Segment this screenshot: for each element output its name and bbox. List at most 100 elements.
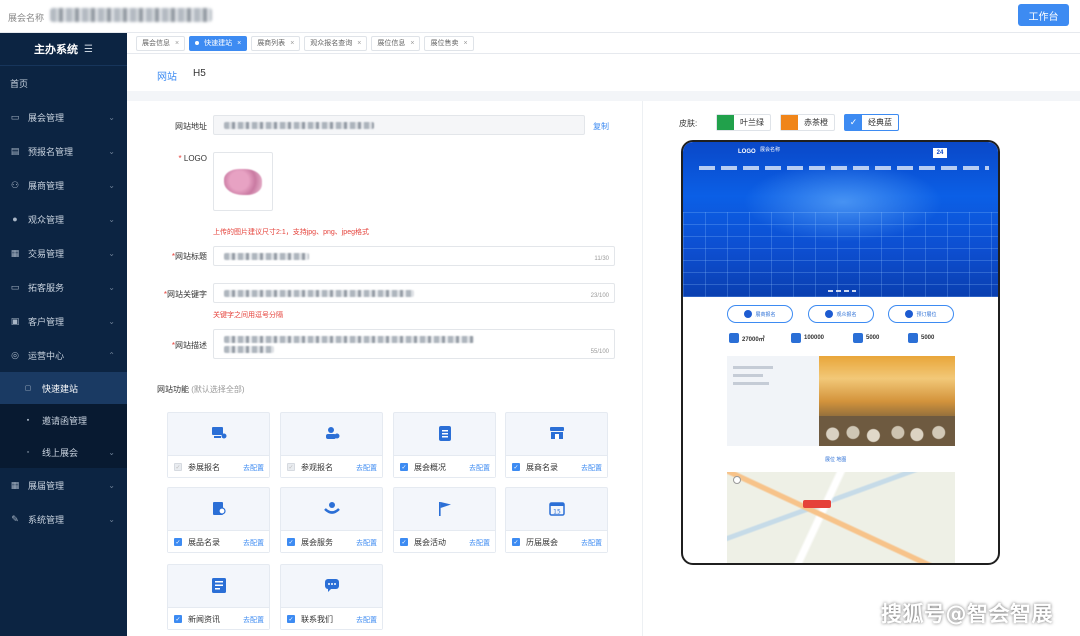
feature-card[interactable]: ✓ 参观报名 去配置 xyxy=(280,412,383,478)
stat-value: 5000 xyxy=(921,335,935,341)
sidebar-item-exhibitors[interactable]: ⚇ 展商管理 ⌄ xyxy=(0,168,127,202)
feature-checkbox[interactable]: ✓ xyxy=(174,463,182,471)
sidebar-item-preregistration[interactable]: ▤ 预报名管理 ⌄ xyxy=(0,134,127,168)
site-address-field[interactable] xyxy=(213,115,585,135)
feature-card[interactable]: ✓ 新闻资讯 去配置 xyxy=(167,564,270,630)
site-title-input[interactable]: 11/30 xyxy=(213,246,615,266)
chevron-down-icon: ⌄ xyxy=(108,447,115,457)
close-icon[interactable]: × xyxy=(357,40,361,47)
sidebar-item-label: 系统管理 xyxy=(28,514,65,525)
feature-checkbox[interactable]: ✓ xyxy=(174,538,182,546)
skin-option-blue[interactable]: ✓ 经典蓝 xyxy=(844,114,899,131)
description-textarea[interactable]: 55/100 xyxy=(213,329,615,359)
close-icon[interactable]: × xyxy=(237,40,241,47)
feature-card[interactable]: 15 ✓ 历届展会 去配置 xyxy=(505,487,608,553)
feature-card[interactable]: ✓ 展品名录 去配置 xyxy=(167,487,270,553)
workbench-button[interactable]: 工作台 xyxy=(1018,4,1069,26)
tab-exhibition-info[interactable]: 展会信息 × xyxy=(136,35,186,51)
blurred-description-line2 xyxy=(224,346,274,353)
tab-label: 展位售卖 xyxy=(430,40,459,47)
feature-checkbox[interactable]: ✓ xyxy=(512,463,520,471)
chevron-up-icon: ⌃ xyxy=(108,350,115,360)
blurred-description-line1 xyxy=(224,336,474,343)
tab-label: 展会信息 xyxy=(142,40,170,47)
copy-link[interactable]: 复制 xyxy=(593,121,609,132)
sidebar-item-exhibition[interactable]: ▭ 展会管理 ⌄ xyxy=(0,100,127,134)
feature-card[interactable]: ✓ 联系我们 去配置 xyxy=(280,564,383,630)
tab-booth-info[interactable]: 展位信息 × xyxy=(371,35,421,51)
site-icon: ▢ xyxy=(24,385,32,392)
preview-button-label: 展商报名 xyxy=(755,311,776,318)
skin-option-green[interactable]: 叶兰绿 xyxy=(716,114,771,131)
feature-checkbox[interactable]: ✓ xyxy=(512,538,520,546)
skin-label: 皮肤: xyxy=(679,119,698,128)
configure-link[interactable]: 去配置 xyxy=(469,538,490,548)
sidebar-item-customers[interactable]: ▣ 客户管理 ⌄ xyxy=(0,304,127,338)
watermark: 搜狐号@智会智展 xyxy=(881,602,1053,626)
tab-label: 展商列表 xyxy=(257,40,286,47)
sidebar-subitem-invitations[interactable]: ▪ 邀请函管理 xyxy=(0,404,127,436)
sidebar-item-system[interactable]: ✎ 系统管理 ⌄ xyxy=(0,502,127,536)
map-pin-icon xyxy=(803,500,831,508)
tab-booth-sales[interactable]: 展位售卖 × xyxy=(424,35,474,51)
preview-button-label: 预订展位 xyxy=(916,311,937,318)
booth-register-icon xyxy=(210,424,228,442)
preview-button: 预订展位 xyxy=(888,305,954,323)
user-icon: ● xyxy=(12,214,18,224)
sidebar-item-operations[interactable]: ◎ 运营中心 ⌃ xyxy=(0,338,127,372)
configure-link[interactable]: 去配置 xyxy=(243,615,264,625)
feature-checkbox[interactable]: ✓ xyxy=(400,538,408,546)
tab-visitor-query[interactable]: 观众报名查询 × xyxy=(304,35,368,51)
sidebar-subitem-online-expo[interactable]: ▫ 线上展会 ⌄ xyxy=(0,436,127,468)
skin-option-orange[interactable]: 赤茶橙 xyxy=(780,114,835,131)
feature-checkbox[interactable]: ✓ xyxy=(400,463,408,471)
chat-icon xyxy=(323,576,341,594)
sidebar-item-label: 交易管理 xyxy=(28,248,65,259)
configure-link[interactable]: 去配置 xyxy=(581,538,602,548)
blurred-exhibition-title xyxy=(50,8,212,22)
feature-name: 展品名录 xyxy=(188,538,220,547)
main-panel: 网站 H5 网站地址 复制 * LOGO 上传的图片建议尺寸2:1，支持jpg、… xyxy=(127,54,1080,636)
color-swatch xyxy=(717,115,734,130)
feature-card[interactable]: ✓ 展会概况 去配置 xyxy=(393,412,496,478)
tab-exhibitor-list[interactable]: 展商列表 × xyxy=(251,35,301,51)
logo-upload[interactable] xyxy=(213,152,273,211)
sidebar-item-trade[interactable]: ▦ 交易管理 ⌄ xyxy=(0,236,127,270)
sidebar-item-visitors[interactable]: ● 观众管理 ⌄ xyxy=(0,202,127,236)
feature-card[interactable]: ✓ 参展报名 去配置 xyxy=(167,412,270,478)
keywords-input[interactable]: 23/100 xyxy=(213,283,615,303)
feature-card[interactable]: ✓ 展商名录 去配置 xyxy=(505,412,608,478)
close-icon[interactable]: × xyxy=(463,40,467,47)
sidebar-item-home[interactable]: 首页 xyxy=(0,66,127,100)
close-icon[interactable]: × xyxy=(290,40,294,47)
sidebar-item-sessions[interactable]: ▦ 展届管理 ⌄ xyxy=(0,468,127,502)
tab-label: 观众报名查询 xyxy=(310,40,353,47)
clipboard-icon: ▤ xyxy=(10,145,20,156)
sidebar: 主办系统 ☰ 首页 ▭ 展会管理 ⌄ ▤ 预报名管理 ⌄ ⚇ 展商管理 ⌄ ● … xyxy=(0,33,127,636)
configure-link[interactable]: 去配置 xyxy=(581,463,602,473)
chevron-down-icon: ⌄ xyxy=(108,514,115,524)
feature-checkbox[interactable]: ✓ xyxy=(287,538,295,546)
sidebar-item-label: 观众管理 xyxy=(28,214,65,225)
preview-button-label: 观众报名 xyxy=(836,311,857,318)
feature-card[interactable]: ✓ 展会活动 去配置 xyxy=(393,487,496,553)
configure-link[interactable]: 去配置 xyxy=(243,538,264,548)
menu-collapse-icon[interactable]: ☰ xyxy=(84,44,93,55)
configure-link[interactable]: 去配置 xyxy=(356,463,377,473)
sidebar-item-outreach[interactable]: ▭ 拓客服务 ⌄ xyxy=(0,270,127,304)
configure-link[interactable]: 去配置 xyxy=(356,615,377,625)
skin-name: 叶兰绿 xyxy=(740,118,764,127)
feature-checkbox[interactable]: ✓ xyxy=(287,463,295,471)
feature-checkbox[interactable]: ✓ xyxy=(174,615,182,623)
sidebar-subitem-quick-site[interactable]: ▢ 快速建站 xyxy=(0,372,127,404)
close-icon[interactable]: × xyxy=(410,40,414,47)
close-icon[interactable]: × xyxy=(175,40,179,47)
feature-card[interactable]: ✓ 展会服务 去配置 xyxy=(280,487,383,553)
configure-link[interactable]: 去配置 xyxy=(356,538,377,548)
carousel-dots xyxy=(828,290,856,292)
feature-checkbox[interactable]: ✓ xyxy=(287,615,295,623)
configure-link[interactable]: 去配置 xyxy=(469,463,490,473)
preview-photo xyxy=(819,356,955,446)
tab-quick-site[interactable]: 快速建站 × xyxy=(189,35,248,51)
configure-link[interactable]: 去配置 xyxy=(243,463,264,473)
